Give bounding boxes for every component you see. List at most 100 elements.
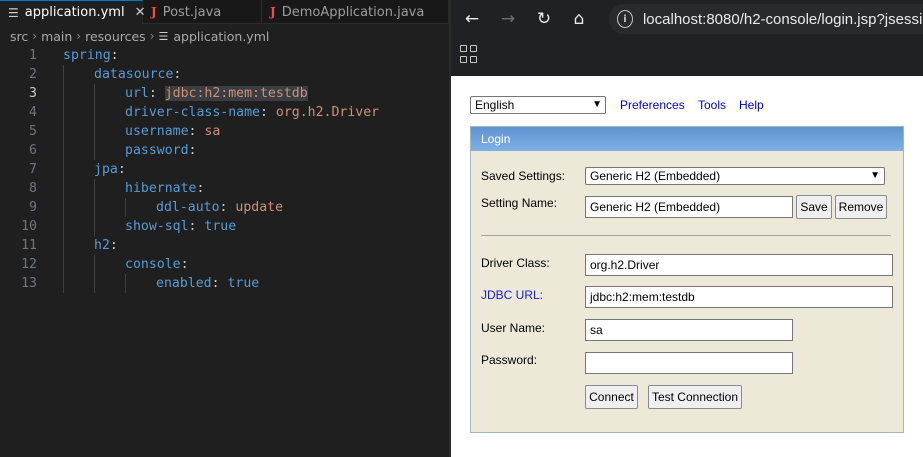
yaml-colon: : xyxy=(188,124,205,139)
browser-window: ← → ↻ ⌂ i localhost:8080/h2-console/logi… xyxy=(451,0,923,457)
indent-guide xyxy=(63,84,64,103)
yaml-key: show-sql xyxy=(125,219,189,234)
saved-settings-select[interactable]: Generic H2 (Embedded) ▼ xyxy=(585,167,885,185)
tools-link[interactable]: Tools xyxy=(698,98,726,112)
user-name-label: User Name: xyxy=(481,321,546,335)
list-file-icon: ☰ xyxy=(158,29,169,43)
code-line[interactable]: 9 ddl-auto: update xyxy=(0,198,449,217)
driver-class-input[interactable]: org.h2.Driver xyxy=(585,254,893,276)
indent-guide xyxy=(63,160,64,179)
breadcrumb-item[interactable]: src xyxy=(10,29,28,44)
indent-guide xyxy=(94,274,95,293)
breadcrumb-item[interactable]: application.yml xyxy=(173,29,269,44)
code-line[interactable]: 6 password: xyxy=(0,141,449,160)
breadcrumb-item[interactable]: resources xyxy=(85,29,146,44)
yaml-key: spring xyxy=(63,48,111,63)
connect-button[interactable]: Connect xyxy=(585,385,638,409)
chevron-right-icon: › xyxy=(76,29,82,43)
save-button[interactable]: Save xyxy=(796,195,832,219)
apps-grid-icon[interactable] xyxy=(460,45,478,63)
password-input[interactable] xyxy=(585,352,793,374)
code-line[interactable]: 12 console: xyxy=(0,255,449,274)
code-line[interactable]: 13 enabled: true xyxy=(0,274,449,293)
code-text: hibernate: xyxy=(125,179,204,198)
tab-post-java[interactable]: J Post.java xyxy=(143,0,262,24)
address-bar[interactable]: i localhost:8080/h2-console/login.jsp?js… xyxy=(609,4,923,34)
url-text[interactable]: localhost:8080/h2-console/login.jsp?jses… xyxy=(643,11,923,28)
yaml-key: h2 xyxy=(94,238,110,253)
breadcrumb-item[interactable]: main xyxy=(41,29,72,44)
indent-guide xyxy=(94,198,95,217)
help-link[interactable]: Help xyxy=(739,98,764,112)
setting-name-input[interactable]: Generic H2 (Embedded) xyxy=(585,196,793,218)
reload-icon[interactable]: ↻ xyxy=(531,6,557,32)
yaml-colon: : xyxy=(211,276,228,291)
code-area[interactable]: 1 spring: 2 datasource: 3 url: jdbc:h2:mem:te… xyxy=(0,46,449,293)
code-line[interactable]: 10 show-sql: true xyxy=(0,217,449,236)
tab-application-yml[interactable]: ☰ application.yml ✕ xyxy=(0,0,145,24)
yaml-key: ddl-auto xyxy=(156,200,220,215)
yaml-value: update xyxy=(235,200,284,215)
indent-guide xyxy=(63,217,64,236)
editor-tab-bar: ☰ application.yml ✕ J Post.java J DemoAp… xyxy=(0,0,449,24)
code-text: password: xyxy=(125,141,196,160)
code-text: h2: xyxy=(94,236,118,255)
yaml-colon: : xyxy=(173,67,182,82)
code-line[interactable]: 5 username: sa xyxy=(0,122,449,141)
line-number: 7 xyxy=(29,162,37,177)
code-text: show-sql: true xyxy=(125,217,236,236)
yaml-colon: : xyxy=(219,200,236,215)
code-line[interactable]: 7 jpa: xyxy=(0,160,449,179)
java-icon: J xyxy=(270,5,276,19)
test-connection-button[interactable]: Test Connection xyxy=(648,385,742,409)
chevron-right-icon: › xyxy=(149,29,155,43)
code-text: url: jdbc:h2:mem:testdb xyxy=(125,84,308,103)
indent-guide xyxy=(94,122,95,141)
indent-guide xyxy=(63,198,64,217)
language-select-value: English xyxy=(475,98,515,112)
jdbc-url-label[interactable]: JDBC URL: xyxy=(481,288,543,302)
indent-guide xyxy=(63,274,64,293)
yaml-key: jpa xyxy=(94,162,118,177)
indent-guide xyxy=(63,65,64,84)
indent-guide xyxy=(63,141,64,160)
line-number: 2 xyxy=(29,67,37,82)
line-number: 12 xyxy=(21,257,37,272)
user-name-input[interactable]: sa xyxy=(585,319,793,341)
yaml-colon: : xyxy=(117,162,126,177)
tab-demoapplication-java[interactable]: J DemoApplication.java xyxy=(262,0,449,24)
code-text: spring: xyxy=(63,46,119,65)
yaml-colon: : xyxy=(259,105,276,120)
back-arrow-icon[interactable]: ← xyxy=(459,6,485,32)
remove-button[interactable]: Remove xyxy=(835,195,887,219)
preferences-link[interactable]: Preferences xyxy=(620,98,685,112)
code-line[interactable]: 8 hibernate: xyxy=(0,179,449,198)
indent-guide xyxy=(94,103,95,122)
indent-guide xyxy=(63,122,64,141)
forward-arrow-icon[interactable]: → xyxy=(495,6,521,32)
code-text: enabled: true xyxy=(156,274,259,293)
code-line[interactable]: 2 datasource: xyxy=(0,65,449,84)
yaml-key: enabled xyxy=(156,276,212,291)
yaml-key: username xyxy=(125,124,189,139)
code-line[interactable]: 4 driver-class-name: org.h2.Driver xyxy=(0,103,449,122)
code-line[interactable]: 11 h2: xyxy=(0,236,449,255)
yaml-colon: : xyxy=(109,238,118,253)
language-select[interactable]: English ▼ xyxy=(470,96,606,114)
line-number: 5 xyxy=(29,124,37,139)
yaml-value: org.h2.Driver xyxy=(275,105,380,120)
line-number: 10 xyxy=(21,219,37,234)
code-line[interactable]: 1 spring: xyxy=(0,46,449,65)
code-text: driver-class-name: org.h2.Driver xyxy=(125,103,379,122)
yaml-value: true xyxy=(227,276,260,291)
jdbc-url-input[interactable]: jdbc:h2:mem:testdb xyxy=(585,286,893,308)
indent-guide xyxy=(94,84,95,103)
saved-settings-label: Saved Settings: xyxy=(481,169,566,183)
indent-guide xyxy=(63,255,64,274)
yaml-key: url xyxy=(125,86,149,101)
code-line[interactable]: 3 url: jdbc:h2:mem:testdb xyxy=(0,84,449,103)
chevron-down-icon: ▼ xyxy=(870,170,880,181)
site-info-icon[interactable]: i xyxy=(617,10,633,28)
home-icon[interactable]: ⌂ xyxy=(566,6,592,32)
list-file-icon: ☰ xyxy=(8,5,19,20)
